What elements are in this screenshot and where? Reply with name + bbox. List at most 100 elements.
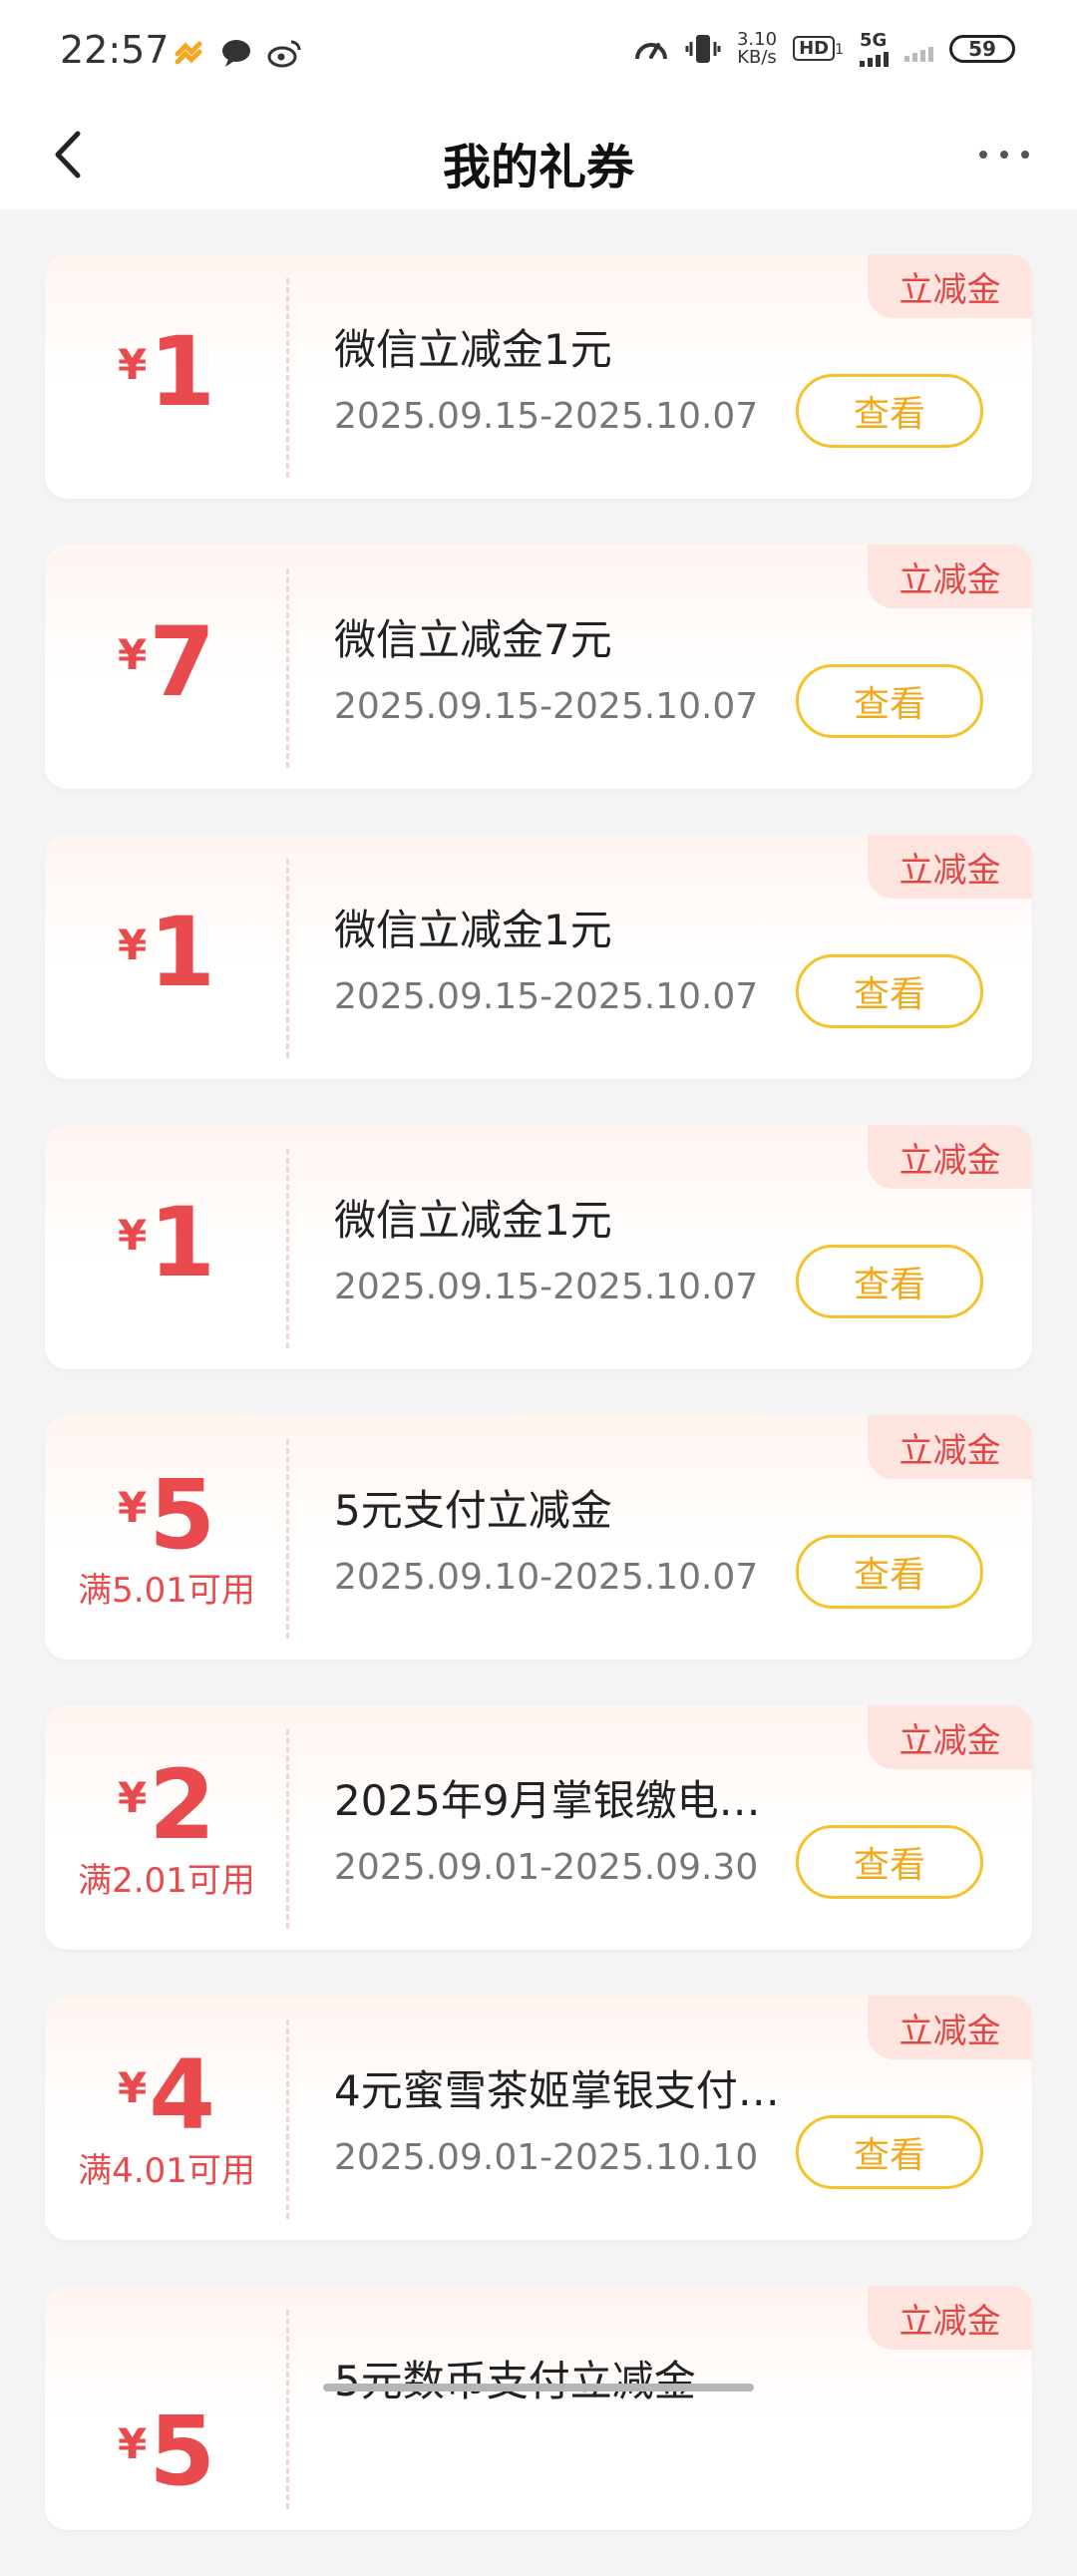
coupon-card[interactable]: 立减金 ¥7 微信立减金7元 2025.09.15-2025.10.07 查看 [45, 545, 1032, 789]
coupon-name: 微信立减金1元 [334, 906, 612, 954]
amount-value: 2 [149, 1749, 216, 1861]
coupon-condition: 满2.01可用 [78, 1861, 255, 1901]
speedometer-icon [634, 42, 667, 59]
amount-value: 1 [149, 1187, 216, 1298]
amount-value: 7 [149, 606, 216, 718]
coupon-amount: ¥2 [45, 1757, 288, 1853]
weibo-icon [267, 40, 301, 68]
dashed-divider [286, 2020, 289, 2219]
coupon-amount-column: ¥1 [45, 835, 288, 1079]
signal-5g: 5G [860, 30, 889, 67]
coupon-validity: 2025.09.15-2025.10.07 [334, 1267, 759, 1307]
coupon-card[interactable]: 立减金 ¥2 满2.01可用 2025年9月掌银缴电… 2025.09.01-2… [45, 1705, 1032, 1950]
coupon-amount-column: ¥5 满5.01可用 [45, 1415, 288, 1659]
coupon-amount-column: ¥4 满4.01可用 [45, 1996, 288, 2240]
currency-symbol: ¥ [117, 630, 148, 679]
amount-value: 1 [149, 897, 216, 1008]
coupon-condition: 满4.01可用 [78, 2151, 255, 2191]
coupon-card[interactable]: 立减金 ¥5 满5.01可用 5元支付立减金 2025.09.10-2025.1… [45, 1415, 1032, 1659]
more-options-icon[interactable] [969, 130, 1039, 180]
nav-bar: 我的礼券 [0, 100, 1077, 209]
coupon-tag: 立减金 [868, 1415, 1032, 1479]
coupon-validity: 2025.09.15-2025.10.07 [334, 976, 759, 1017]
view-button[interactable]: 查看 [796, 2115, 983, 2189]
coupon-tag: 立减金 [868, 2286, 1032, 2350]
chat-bubble-icon [222, 40, 250, 67]
coupon-name: 4元蜜雪茶姬掌银支付… [334, 2066, 780, 2115]
dashed-divider [286, 2310, 289, 2509]
coupon-card[interactable]: 立减金 ¥1 微信立减金1元 2025.09.15-2025.10.07 查看 [45, 1125, 1032, 1369]
view-button[interactable]: 查看 [796, 1825, 983, 1899]
coupon-validity: 2025.09.01-2025.10.10 [334, 2137, 759, 2178]
coupon-card[interactable]: 立减金 ¥1 微信立减金1元 2025.09.15-2025.10.07 查看 [45, 254, 1032, 499]
signal-type: 5G [860, 30, 888, 51]
dashed-divider [286, 278, 289, 478]
hd-label: HD [793, 36, 836, 61]
view-button[interactable]: 查看 [796, 1535, 983, 1609]
amount-value: 1 [149, 316, 216, 428]
coupon-amount: ¥4 [45, 2047, 288, 2143]
coupon-amount-column: ¥1 [45, 254, 288, 499]
hd-indicator: HD 1 [793, 36, 844, 61]
status-bar: 22:57 3.10 KB/s HD 1 5G 59 [0, 0, 1077, 100]
coupon-name: 微信立减金1元 [334, 325, 612, 374]
coupon-name: 5元数币支付立减金 [334, 2357, 696, 2405]
view-button[interactable]: 查看 [796, 1245, 983, 1318]
dashed-divider [286, 1729, 289, 1929]
coupon-tag: 立减金 [868, 1125, 1032, 1189]
coupon-card[interactable]: 立减金 ¥5 5元数币支付立减金 [45, 2286, 1032, 2530]
coupon-tag: 立减金 [868, 835, 1032, 899]
coupon-tag: 立减金 [868, 1996, 1032, 2059]
view-button[interactable]: 查看 [796, 954, 983, 1028]
currency-symbol: ¥ [117, 2419, 148, 2468]
network-speed-unit: KB/s [737, 46, 777, 68]
coupon-amount: ¥5 [45, 2403, 288, 2499]
amount-value: 5 [149, 1459, 216, 1571]
coupon-validity: 2025.09.15-2025.10.07 [334, 686, 759, 727]
dashed-divider [286, 568, 289, 768]
view-button[interactable]: 查看 [796, 664, 983, 738]
currency-symbol: ¥ [117, 2063, 148, 2112]
coupon-tag: 立减金 [868, 254, 1032, 318]
coupon-name: 微信立减金7元 [334, 615, 612, 664]
coupon-name: 2025年9月掌银缴电… [334, 1776, 761, 1825]
coupon-card[interactable]: 立减金 ¥4 满4.01可用 4元蜜雪茶姬掌银支付… 2025.09.01-20… [45, 1996, 1032, 2240]
coupon-amount-column: ¥1 [45, 1125, 288, 1369]
currency-symbol: ¥ [117, 340, 148, 389]
coupon-amount: ¥1 [45, 1195, 288, 1290]
system-indicators: 3.10 KB/s HD 1 5G 59 [633, 30, 1015, 67]
view-button[interactable]: 查看 [796, 374, 983, 448]
network-speed-value: 3.10 [736, 28, 778, 50]
app-notification-icon [175, 41, 202, 65]
currency-symbol: ¥ [117, 1773, 148, 1822]
amount-value: 5 [149, 2395, 216, 2507]
amount-value: 4 [149, 2039, 216, 2151]
coupon-amount-column: ¥2 满2.01可用 [45, 1705, 288, 1950]
coupon-amount: ¥1 [45, 905, 288, 1000]
coupon-validity: 2025.09.10-2025.10.07 [334, 1557, 759, 1598]
coupon-amount: ¥1 [45, 324, 288, 420]
hd-sim-index: 1 [835, 42, 844, 58]
dashed-divider [286, 1149, 289, 1348]
signal-bars-icon [860, 51, 889, 67]
coupon-amount: ¥5 [45, 1467, 288, 1563]
coupon-amount-column: ¥7 [45, 545, 288, 789]
coupon-name: 5元支付立减金 [334, 1486, 612, 1535]
currency-symbol: ¥ [117, 1211, 148, 1260]
notification-icons [172, 36, 303, 70]
dashed-divider [286, 859, 289, 1058]
currency-symbol: ¥ [117, 920, 148, 969]
battery-level: 59 [968, 36, 996, 61]
signal-bars-secondary-icon [904, 36, 933, 62]
dashed-divider [286, 1439, 289, 1639]
network-speed: 3.10 KB/s [736, 28, 778, 68]
coupon-validity: 2025.09.15-2025.10.07 [334, 396, 759, 437]
status-time: 22:57 [60, 28, 170, 72]
vibrate-icon [685, 34, 721, 63]
currency-symbol: ¥ [117, 1483, 148, 1532]
coupon-list: 立减金 ¥1 微信立减金1元 2025.09.15-2025.10.07 查看 … [45, 254, 1032, 2576]
coupon-amount: ¥7 [45, 614, 288, 710]
coupon-validity: 2025.09.01-2025.09.30 [334, 1847, 759, 1888]
coupon-card[interactable]: 立减金 ¥1 微信立减金1元 2025.09.15-2025.10.07 查看 [45, 835, 1032, 1079]
home-indicator[interactable] [323, 2384, 754, 2392]
